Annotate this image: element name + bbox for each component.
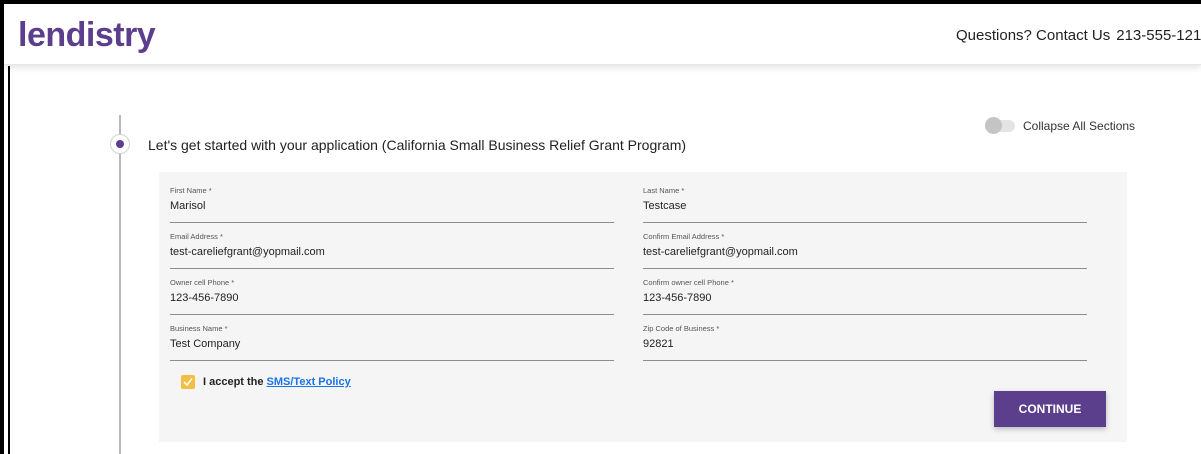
confirm-email-label: Confirm Email Address * [643,232,725,241]
confirm-email-field[interactable]: Confirm Email Address * test-careliefgra… [643,232,1087,269]
last-name-value[interactable]: Testcase [643,200,686,212]
business-name-value[interactable]: Test Company [170,338,240,350]
confirm-phone-value[interactable]: 123-456-7890 [643,292,712,304]
first-name-field[interactable]: First Name * Marisol [170,186,614,223]
last-name-field[interactable]: Last Name * Testcase [643,186,1087,223]
business-name-field[interactable]: Business Name * Test Company [170,324,614,361]
collapse-all-toggle[interactable]: Collapse All Sections [985,117,1136,134]
business-name-label: Business Name * [170,324,228,333]
email-value[interactable]: test-careliefgrant@yopmail.com [170,246,325,258]
accept-text: I accept the [203,376,264,388]
section-title: Let's get started with your application … [148,137,687,153]
sms-consent-row: I accept the SMS/Text Policy [181,375,351,389]
lendistry-logo[interactable]: lendistry [18,16,198,56]
timeline-step-marker [110,134,130,154]
contact-phone[interactable]: 213-555-121 [1116,27,1201,44]
contact-label[interactable]: Questions? Contact Us [956,27,1110,44]
checkmark-icon [183,378,193,387]
confirm-phone-label: Confirm owner cell Phone * [643,278,734,287]
toggle-switch[interactable] [985,117,1015,134]
toggle-knob [985,117,1002,134]
email-label: Email Address * [170,232,223,241]
last-name-label: Last Name * [643,186,685,195]
sms-consent-checkbox[interactable] [181,375,195,389]
timeline-line [119,115,121,454]
sms-policy-link[interactable]: SMS/Text Policy [267,376,351,388]
application-form-card: First Name * Marisol Last Name * Testcas… [159,172,1127,442]
owner-phone-label: Owner cell Phone * [170,278,235,287]
zip-code-field[interactable]: Zip Code of Business * 92821 [643,324,1087,361]
continue-button[interactable]: CONTINUE [994,391,1106,427]
first-name-label: First Name * [170,186,212,195]
owner-phone-field[interactable]: Owner cell Phone * 123-456-7890 [170,278,614,315]
first-name-value[interactable]: Marisol [170,200,205,212]
svg-text:lendistry: lendistry [18,16,156,54]
page-header: lendistry Questions? Contact Us 213-555-1… [4,4,1201,65]
collapse-all-label: Collapse All Sections [1023,119,1136,133]
email-field[interactable]: Email Address * test-careliefgrant@yopma… [170,232,614,269]
owner-phone-value[interactable]: 123-456-7890 [170,292,239,304]
confirm-email-value[interactable]: test-careliefgrant@yopmail.com [643,246,798,258]
zip-code-value[interactable]: 92821 [643,338,674,350]
contact-info: Questions? Contact Us 213-555-121 [956,27,1201,44]
frame-border-left [0,0,4,454]
confirm-phone-field[interactable]: Confirm owner cell Phone * 123-456-7890 [643,278,1087,315]
zip-code-label: Zip Code of Business * [643,324,720,333]
frame-border-inner [8,66,10,454]
